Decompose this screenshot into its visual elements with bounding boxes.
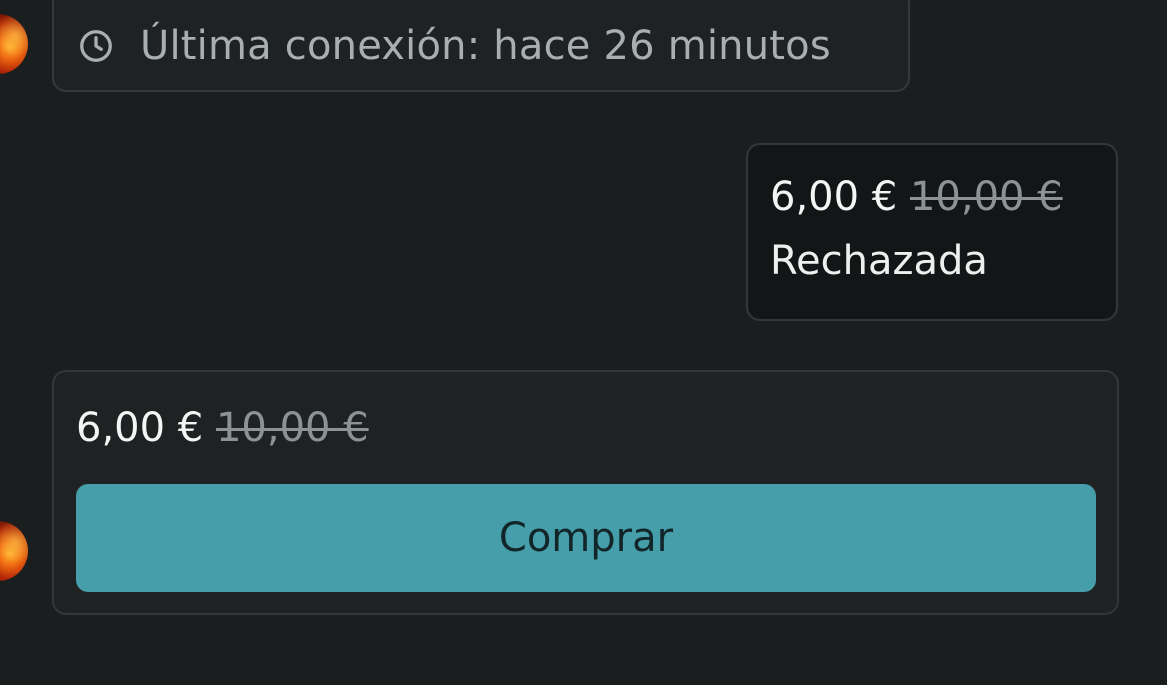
sent-offer-price: 6,00 € 10,00 € <box>770 171 1094 223</box>
chat-screen: Última conexión: hace 26 minutos 6,00 € … <box>0 0 1167 685</box>
seller-avatar[interactable] <box>0 521 28 581</box>
buy-button[interactable]: Comprar <box>76 484 1096 592</box>
last-seen-pill: Última conexión: hace 26 minutos <box>52 0 910 92</box>
received-offer-price-new: 6,00 € <box>76 405 204 451</box>
last-seen-text: Última conexión: hace 26 minutos <box>140 23 831 69</box>
sent-offer-price-new: 6,00 € <box>770 174 898 220</box>
clock-icon <box>80 30 112 62</box>
sent-offer-price-old: 10,00 € <box>909 174 1063 220</box>
received-offer-price-old: 10,00 € <box>215 405 369 451</box>
received-offer-card: 6,00 € 10,00 € Comprar <box>52 370 1119 615</box>
seller-avatar[interactable] <box>0 14 28 74</box>
received-offer-price: 6,00 € 10,00 € <box>76 402 1095 454</box>
sent-offer-status: Rechazada <box>770 238 988 284</box>
sent-offer-bubble: 6,00 € 10,00 € Rechazada <box>746 143 1118 321</box>
